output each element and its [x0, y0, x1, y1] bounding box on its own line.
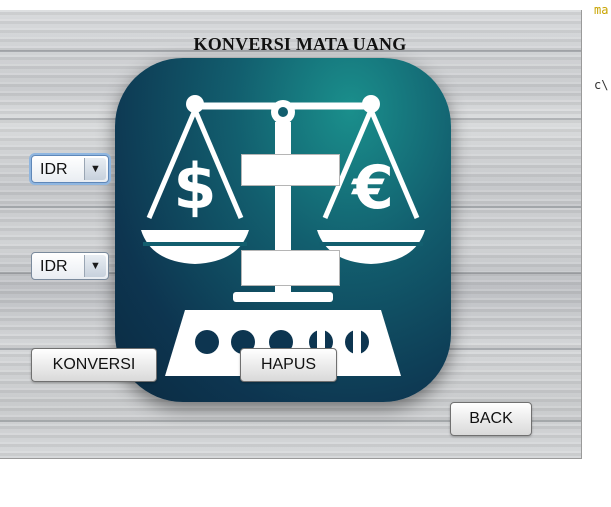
chevron-down-icon[interactable]: ▼	[84, 158, 106, 180]
screen: ma c\ KONVERSI MATA UANG $ € IDR ▼ IDR ▼…	[0, 0, 611, 507]
clear-button[interactable]: HAPUS	[240, 348, 337, 382]
editor-text-fragment-middle: c\	[594, 78, 609, 92]
back-button[interactable]: BACK	[450, 402, 532, 436]
convert-button[interactable]: KONVERSI	[31, 348, 157, 382]
amount-input[interactable]	[241, 154, 340, 186]
to-currency-value: IDR	[40, 258, 68, 275]
chevron-down-icon[interactable]: ▼	[84, 255, 106, 277]
editor-text-fragment-top: ma	[594, 3, 609, 17]
euro-symbol: €	[350, 153, 394, 223]
to-currency-dropdown[interactable]: IDR ▼	[31, 252, 109, 280]
dollar-symbol: $	[173, 150, 216, 223]
converter-window: KONVERSI MATA UANG $ € IDR ▼ IDR ▼ KONVE…	[0, 10, 582, 459]
from-currency-dropdown[interactable]: IDR ▼	[31, 155, 109, 183]
from-currency-value: IDR	[40, 161, 68, 178]
result-output[interactable]	[241, 250, 340, 286]
page-title: KONVERSI MATA UANG	[193, 34, 407, 54]
